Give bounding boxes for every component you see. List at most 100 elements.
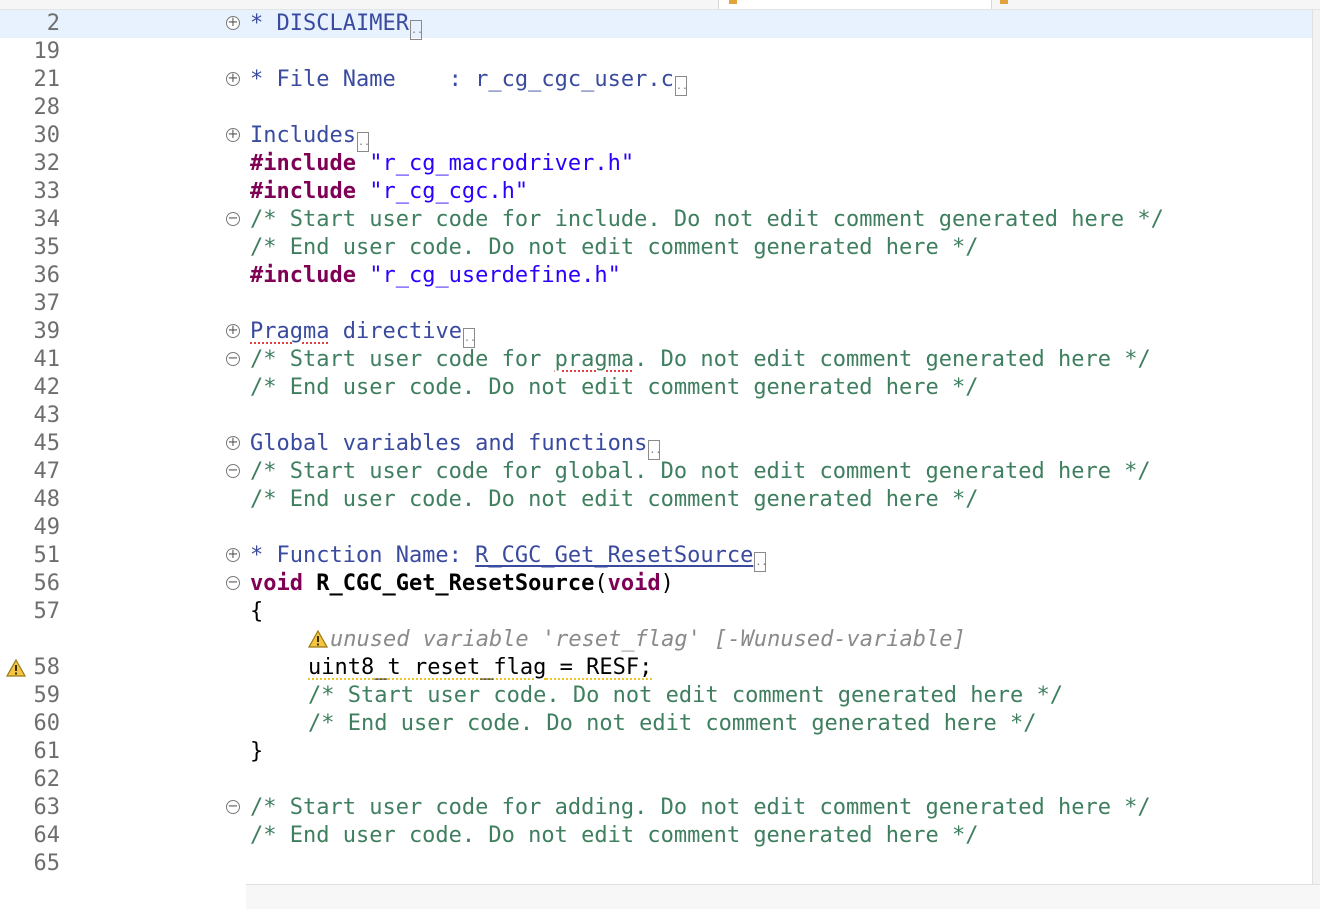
line-number: 47 bbox=[33, 459, 61, 484]
code-editor[interactable]: 2 + * DISCLAIMER.. 19 21 + * File Name :… bbox=[0, 10, 1312, 884]
code-line: 32 #include "r_cg_macrodriver.h" bbox=[0, 150, 1312, 178]
spellcheck-word: pragma bbox=[554, 347, 635, 372]
folded-comment-header: Pragma directive.. bbox=[250, 318, 476, 348]
code-text: = RESF; bbox=[546, 655, 653, 680]
folded-comment-header: * Function Name: R_CGC_Get_ResetSource.. bbox=[250, 542, 767, 572]
include-directive: #include "r_cg_macrodriver.h" bbox=[250, 150, 634, 178]
code-line: 51 + * Function Name: R_CGC_Get_ResetSou… bbox=[0, 542, 1312, 572]
code-line: 35 /* End user code. Do not edit comment… bbox=[0, 234, 1312, 262]
line-number: 45 bbox=[33, 431, 61, 456]
line-number: 49 bbox=[33, 515, 61, 540]
code-text: /* Start user code for bbox=[250, 347, 555, 372]
line-number: 63 bbox=[33, 795, 61, 820]
code-comment: /* End user code. Do not edit comment ge… bbox=[250, 375, 979, 400]
plus-circle-icon[interactable]: + bbox=[226, 72, 240, 86]
warning-message: unused variable 'reset_flag' [-Wunused-v… bbox=[330, 627, 966, 652]
code-line: 2 + * DISCLAIMER.. bbox=[0, 10, 1312, 40]
file-icon bbox=[1000, 0, 1008, 4]
string-literal: "r_cg_cgc.h" bbox=[355, 179, 529, 204]
code-text: * Function Name: bbox=[250, 543, 476, 568]
line-number: 60 bbox=[33, 711, 61, 736]
folded-block-marker[interactable]: .. bbox=[409, 20, 423, 40]
line-number: 59 bbox=[33, 683, 61, 708]
inline-warning-annotation[interactable]: unused variable 'reset_flag' [-Wunused-v… bbox=[308, 626, 966, 654]
code-line: 36 #include "r_cg_userdefine.h" bbox=[0, 262, 1312, 290]
line-number: 65 bbox=[33, 851, 61, 876]
editor-tab[interactable] bbox=[718, 0, 992, 9]
plus-circle-icon[interactable]: + bbox=[226, 324, 240, 338]
function-name-link[interactable]: R_CGC_Get_ResetSource bbox=[475, 543, 753, 568]
code-line: 49 bbox=[0, 514, 1312, 542]
include-directive: #include "r_cg_cgc.h" bbox=[250, 178, 528, 206]
code-comment: /* End user code. Do not edit comment ge… bbox=[250, 823, 979, 848]
line-number: 58 bbox=[33, 655, 61, 680]
folded-comment-header: * DISCLAIMER.. bbox=[250, 10, 423, 40]
line-number: 21 bbox=[33, 67, 61, 92]
code-text: ( bbox=[594, 571, 608, 596]
plus-circle-icon[interactable]: + bbox=[226, 128, 240, 142]
code-line: 59 /* Start user code. Do not edit comme… bbox=[0, 682, 1312, 710]
line-number: 62 bbox=[33, 767, 61, 792]
editor-tab-strip bbox=[0, 0, 1320, 10]
line-number: 57 bbox=[33, 599, 61, 624]
folded-comment-header: Includes.. bbox=[250, 122, 370, 152]
code-comment: /* Start user code for include. Do not e… bbox=[250, 207, 1164, 232]
warning-triangle-icon bbox=[308, 629, 328, 648]
horizontal-scrollbar[interactable] bbox=[246, 884, 1320, 909]
code-line: 30 + Includes.. bbox=[0, 122, 1312, 152]
folded-block-marker[interactable]: .. bbox=[648, 440, 661, 460]
code-text: Includes bbox=[250, 123, 356, 148]
folded-block-marker[interactable]: .. bbox=[754, 552, 767, 572]
function-name: R_CGC_Get_ResetSource bbox=[302, 571, 595, 596]
line-number: 41 bbox=[33, 347, 61, 372]
code-line: 45 + Global variables and functions.. bbox=[0, 430, 1312, 460]
preprocessor-keyword: #include bbox=[250, 151, 356, 176]
code-line: 64 /* End user code. Do not edit comment… bbox=[0, 822, 1312, 850]
string-literal: "r_cg_macrodriver.h" bbox=[355, 151, 635, 176]
code-line: 42 /* End user code. Do not edit comment… bbox=[0, 374, 1312, 402]
code-line: 19 bbox=[0, 38, 1312, 66]
line-number: 30 bbox=[33, 123, 61, 148]
code-line: 33 #include "r_cg_cgc.h" bbox=[0, 178, 1312, 206]
code-text: uint8_t bbox=[308, 655, 401, 680]
line-number: 28 bbox=[33, 95, 61, 120]
code-line: 60 /* End user code. Do not edit comment… bbox=[0, 710, 1312, 738]
code-line: 58 uint8_t reset_flag = RESF; bbox=[0, 654, 1312, 682]
preprocessor-keyword: #include bbox=[250, 179, 356, 204]
plus-circle-icon[interactable]: + bbox=[226, 16, 240, 30]
code-line: 56 − void R_CGC_Get_ResetSource(void) bbox=[0, 570, 1312, 598]
line-number: 19 bbox=[33, 39, 61, 64]
code-text: ) bbox=[660, 571, 674, 596]
minus-circle-icon[interactable]: − bbox=[226, 352, 240, 366]
code-line: 39 + Pragma directive.. bbox=[0, 318, 1312, 348]
code-comment: /* Start user code for adding. Do not ed… bbox=[250, 795, 1151, 820]
code-line: 57 { bbox=[0, 598, 1312, 626]
line-number: 32 bbox=[33, 151, 61, 176]
code-text: { bbox=[250, 599, 264, 624]
folded-block-marker[interactable]: .. bbox=[674, 76, 688, 96]
minus-circle-icon[interactable]: − bbox=[226, 212, 240, 226]
minus-circle-icon[interactable]: − bbox=[226, 576, 240, 590]
code-line: 65 bbox=[0, 850, 1312, 878]
line-number: 36 bbox=[33, 263, 61, 288]
minus-circle-icon[interactable]: − bbox=[226, 800, 240, 814]
string-literal: "r_cg_userdefine.h" bbox=[355, 263, 621, 288]
plus-circle-icon[interactable]: + bbox=[226, 436, 240, 450]
folded-block-marker[interactable]: .. bbox=[462, 328, 476, 348]
plus-circle-icon[interactable]: + bbox=[226, 548, 240, 562]
minus-circle-icon[interactable]: − bbox=[226, 464, 240, 478]
code-line: 43 bbox=[0, 402, 1312, 430]
preprocessor-keyword: #include bbox=[250, 263, 356, 288]
code-text: * File Name : r_cg_cgc_user.c bbox=[250, 67, 674, 92]
code-comment: /* End user code. Do not edit comment ge… bbox=[308, 711, 1037, 736]
variable-declaration: uint8_t reset_flag = RESF; bbox=[308, 654, 652, 682]
vertical-scrollbar[interactable] bbox=[1312, 10, 1320, 884]
code-comment: /* Start user code. Do not edit comment … bbox=[308, 683, 1063, 708]
folded-block-marker[interactable]: .. bbox=[356, 132, 370, 152]
code-text: reset_flag bbox=[400, 655, 547, 680]
code-line: 34 − /* Start user code for include. Do … bbox=[0, 206, 1312, 234]
gutter-footer bbox=[0, 884, 246, 908]
line-number: 61 bbox=[33, 739, 61, 764]
line-number: 34 bbox=[33, 207, 61, 232]
folded-comment-header: Global variables and functions.. bbox=[250, 430, 661, 460]
